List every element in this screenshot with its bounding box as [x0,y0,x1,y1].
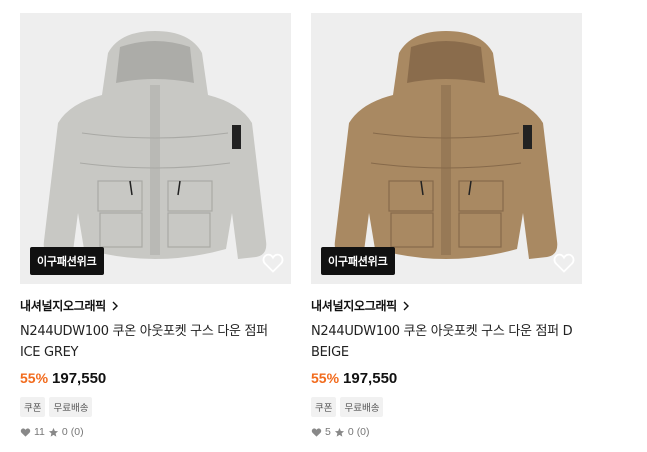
discount-rate: 55% [20,370,49,386]
sale-price: 197,550 [343,370,398,387]
free-shipping-tag: 무료배송 [49,397,93,417]
product-stats: 11 0 (0) [20,426,291,438]
brand-link[interactable]: 내셔널지오그래픽 [20,297,291,314]
rating-value: 0 [347,426,354,438]
heart-icon [20,427,31,437]
jacket-image [43,31,267,259]
product-stats: 5 0 (0) [311,426,582,438]
rating-value: 0 [61,426,68,438]
event-badge: 이구패션위크 [30,247,104,275]
product-card[interactable]: 이구패션위크 내셔널지오그래픽 N244UDW100 쿠온 아웃포켓 구스 다운… [20,13,291,438]
review-count: (0) [356,426,370,438]
brand-name: 내셔널지오그래픽 [20,299,106,313]
product-name[interactable]: N244UDW100 쿠온 아웃포켓 구스 다운 점퍼 ICE GREY [20,321,282,363]
heart-icon [311,427,322,437]
coupon-tag: 쿠폰 [311,397,337,417]
product-image[interactable]: 이구패션위크 [311,13,582,284]
event-badge: 이구패션위크 [321,247,395,275]
like-count: 5 [325,426,331,438]
price-row: 55% 197,550 [311,370,582,387]
tag-list: 쿠폰 무료배송 [311,397,582,417]
like-count: 11 [34,426,45,438]
chevron-right-icon [112,301,118,310]
product-card[interactable]: 이구패션위크 내셔널지오그래픽 N244UDW100 쿠온 아웃포켓 구스 다운… [311,13,582,438]
product-image[interactable]: 이구패션위크 [20,13,291,284]
brand-name: 내셔널지오그래픽 [311,299,397,313]
product-name[interactable]: N244UDW100 쿠온 아웃포켓 구스 다운 점퍼 D BEIGE [311,321,573,363]
review-count: (0) [70,426,84,438]
free-shipping-tag: 무료배송 [340,397,384,417]
chevron-right-icon [403,301,409,310]
heart-outline-icon[interactable] [552,251,576,275]
price-row: 55% 197,550 [20,370,291,387]
coupon-tag: 쿠폰 [20,397,46,417]
star-icon [48,427,58,437]
discount-rate: 55% [311,370,340,386]
heart-outline-icon[interactable] [261,251,285,275]
jacket-image [334,31,558,259]
star-icon [334,427,344,437]
brand-link[interactable]: 내셔널지오그래픽 [311,297,582,314]
sale-price: 197,550 [52,370,107,387]
tag-list: 쿠폰 무료배송 [20,397,291,417]
